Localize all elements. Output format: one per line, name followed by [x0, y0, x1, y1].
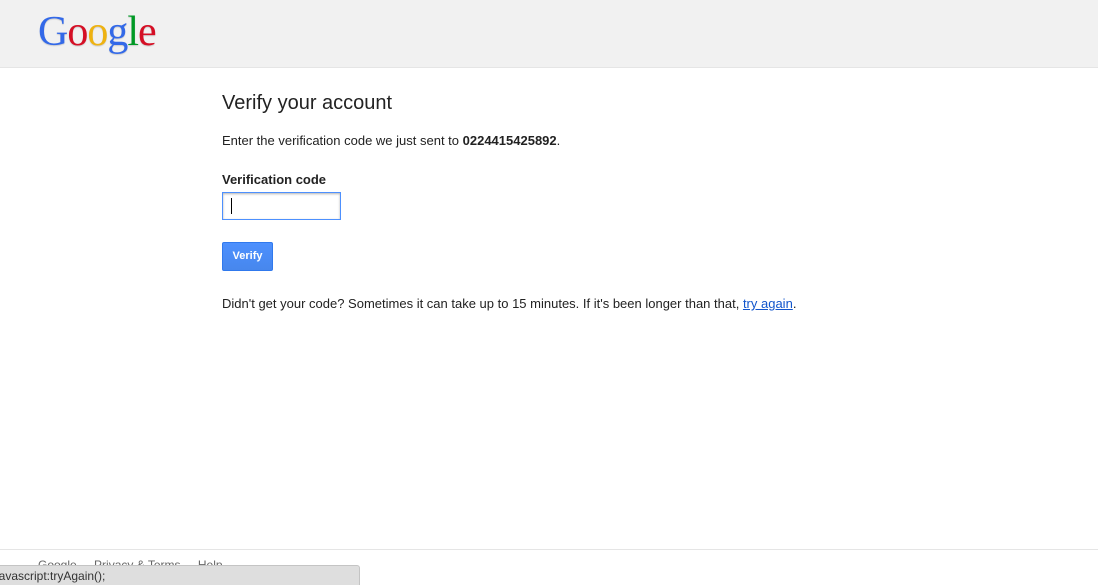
- instructions-prefix: Enter the verification code we just sent…: [222, 133, 463, 148]
- logo-letter: o: [67, 9, 88, 55]
- instructions-text: Enter the verification code we just sent…: [222, 133, 560, 148]
- main-content: Verify your account Enter the verificati…: [222, 90, 1022, 311]
- footer-divider: [0, 549, 1098, 550]
- text-cursor: [231, 198, 232, 214]
- verification-code-label: Verification code: [222, 172, 327, 187]
- logo-letter: G: [38, 9, 68, 55]
- logo-letter: l: [127, 9, 139, 55]
- google-logo[interactable]: Google: [38, 6, 157, 58]
- verify-button[interactable]: Verify: [222, 242, 273, 271]
- logo-letter: g: [107, 9, 128, 55]
- verification-code-input[interactable]: [222, 192, 341, 220]
- instructions-suffix: .: [556, 133, 561, 148]
- phone-number: 0224415425892: [462, 133, 557, 148]
- help-prefix: Didn't get your code? Sometimes it can t…: [222, 296, 743, 311]
- header-bar: Google: [0, 0, 1098, 68]
- logo-letter: o: [87, 9, 108, 55]
- page-title: Verify your account: [222, 92, 393, 114]
- logo-letter: e: [138, 9, 157, 55]
- browser-status-bar: javascript:tryAgain();: [0, 565, 360, 585]
- help-text: Didn't get your code? Sometimes it can t…: [222, 296, 796, 311]
- help-suffix: .: [792, 296, 797, 311]
- try-again-link[interactable]: try again: [743, 296, 793, 311]
